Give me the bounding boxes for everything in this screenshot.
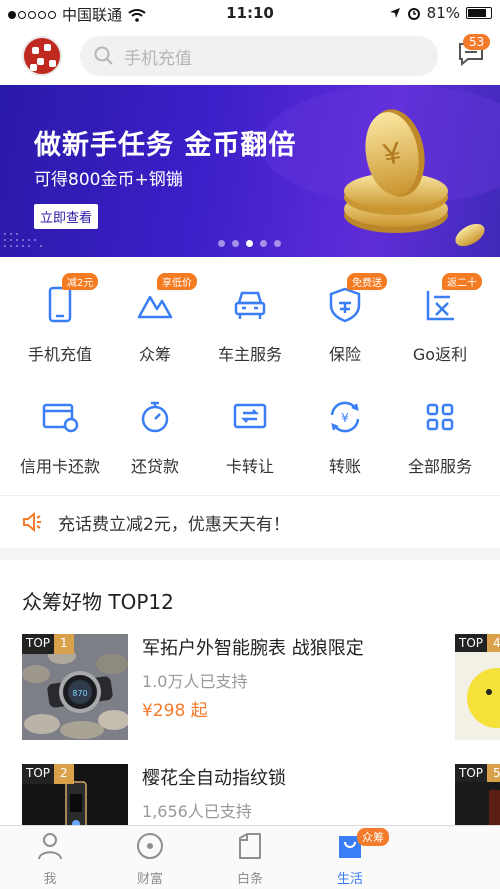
banner-subtitle: 可得800金币+钢镚 — [34, 170, 183, 190]
product-image-lock: TOP 2 — [22, 764, 128, 825]
top-header: 手机充值 53 — [0, 28, 500, 85]
search-icon — [94, 46, 113, 65]
product-card-peek[interactable]: TOP 5 — [455, 764, 500, 825]
search-input[interactable]: 手机充值 — [80, 36, 438, 76]
battery-percent: 81% — [426, 4, 460, 22]
product-card[interactable]: TOP 2 樱花全自动指纹锁 1,656人已支持 — [22, 764, 500, 825]
tab-label: 白条 — [236, 872, 263, 887]
product-supporters: 1.0万人已支持 — [142, 672, 248, 691]
tab-badge: 众筹 — [357, 828, 389, 846]
carousel-dot[interactable] — [274, 240, 281, 247]
banner-view-button[interactable]: 立即查看 — [34, 204, 99, 229]
carousel-dot[interactable] — [260, 240, 267, 247]
battery-icon — [466, 7, 492, 19]
service-label: 手机充值 — [27, 345, 92, 364]
service-tag: 返二十 — [442, 273, 482, 290]
rank-badge: TOP 2 — [22, 764, 74, 784]
carousel-dot[interactable] — [218, 240, 225, 247]
service-insurance[interactable]: 免费送 保险 — [295, 273, 395, 365]
notice-text: 充话费立减2元，优惠天天有！ — [58, 514, 290, 535]
message-count-badge: 53 — [463, 34, 491, 50]
rank-badge: TOP 1 — [22, 634, 74, 654]
promo-banner[interactable]: ¥ 做新手任务 金币翻倍 可得800金币+钢镚 立即查看 — [0, 85, 500, 257]
status-bar: 中国联通 11:10 81% — [0, 0, 500, 28]
carousel-indicator — [218, 240, 281, 247]
crowdfund-section: 众筹好物 TOP12 870 TOP 1 军拓户外智能腕表 战狼限定 1.0万人已… — [0, 560, 500, 825]
credit-card-icon — [42, 403, 79, 433]
carousel-dot[interactable] — [246, 240, 253, 247]
product-card[interactable]: 870 TOP 1 军拓户外智能腕表 战狼限定 1.0万人已支持 ¥298 起 — [22, 634, 500, 742]
service-card-transfer[interactable]: 卡转让 — [200, 395, 300, 477]
tab-wealth[interactable]: 财富 — [100, 832, 200, 887]
speaker-icon — [23, 512, 41, 532]
section-title: 众筹好物 TOP12 — [22, 590, 174, 614]
search-placeholder: 手机充值 — [124, 48, 192, 69]
service-tag: 减2元 — [62, 273, 99, 290]
service-label: 全部服务 — [407, 457, 472, 476]
stopwatch-icon — [141, 401, 169, 433]
product-price: ¥298 起 — [142, 701, 208, 721]
services-grid: 减2元 手机充值 享低价 众筹 车主服务 免费送 保险 返二十 Go返利 信用卡… — [0, 257, 500, 495]
tab-label: 生活 — [336, 872, 363, 887]
tab-label: 财富 — [136, 872, 163, 887]
tab-me[interactable]: 我 — [0, 832, 100, 887]
service-go-rebate[interactable]: 返二十 Go返利 — [390, 273, 490, 365]
product-card-peek[interactable]: TOP 4 — [455, 634, 500, 740]
service-transfer[interactable]: ¥ 转账 — [295, 395, 395, 477]
grid-icon — [426, 403, 454, 431]
person-icon — [38, 833, 62, 860]
service-all[interactable]: 全部服务 — [390, 395, 490, 477]
tab-label: 我 — [43, 872, 57, 887]
service-car-owner[interactable]: 车主服务 — [200, 283, 300, 365]
note-icon — [239, 833, 261, 859]
location-icon — [389, 8, 400, 18]
promo-notice[interactable]: 充话费立减2元，优惠天天有！ — [0, 495, 500, 548]
wealth-icon — [137, 833, 163, 859]
service-phone-recharge[interactable]: 减2元 手机充值 — [10, 273, 110, 365]
alarm-icon — [407, 8, 420, 20]
service-label: 信用卡还款 — [19, 457, 100, 476]
bottom-tab-bar: 我 财富 白条 生活 众筹 — [0, 825, 500, 889]
product-image-watch: 870 TOP 1 — [22, 634, 128, 740]
service-label: 保险 — [328, 345, 361, 364]
service-crowdfunding[interactable]: 享低价 众筹 — [105, 273, 205, 365]
rank-badge: TOP 5 — [455, 764, 500, 782]
product-supporters: 1,656人已支持 — [142, 802, 252, 821]
service-label: 卡转让 — [225, 457, 274, 476]
service-label: Go返利 — [412, 345, 468, 364]
car-icon — [234, 291, 266, 319]
service-label: 众筹 — [138, 345, 171, 364]
service-tag: 免费送 — [347, 273, 387, 290]
service-credit-card-repay[interactable]: 信用卡还款 — [10, 395, 110, 477]
service-loan-repay[interactable]: 还贷款 — [105, 395, 205, 477]
banner-title: 做新手任务 金币翻倍 — [34, 130, 297, 161]
svg-text:¥: ¥ — [341, 411, 349, 425]
service-tag: 享低价 — [157, 273, 197, 290]
rank-badge: TOP 4 — [455, 634, 500, 652]
product-name: 军拓户外智能腕表 战狼限定 — [142, 638, 364, 659]
service-label: 转账 — [328, 457, 361, 476]
carousel-dot[interactable] — [232, 240, 239, 247]
tab-baitiao[interactable]: 白条 — [200, 832, 300, 887]
svg-text:870: 870 — [72, 689, 87, 698]
service-label: 还贷款 — [130, 457, 179, 476]
transfer-icon: ¥ — [330, 401, 360, 433]
card-transfer-icon — [233, 403, 267, 429]
avatar[interactable] — [22, 36, 62, 76]
product-name: 樱花全自动指纹锁 — [142, 768, 286, 789]
service-label: 车主服务 — [217, 345, 282, 364]
